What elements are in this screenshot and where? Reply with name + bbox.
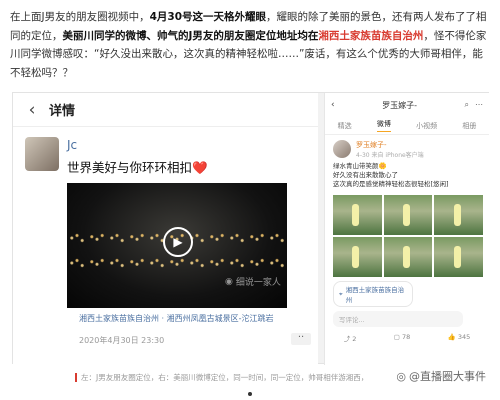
pagination-dot: [248, 392, 252, 396]
post-text: 世界美好与你环环相扣❤️: [67, 157, 208, 176]
avatar[interactable]: [333, 140, 351, 158]
weibo-tabs: 精选 微博 小视频 相册: [325, 117, 489, 135]
photo-thumb[interactable]: [434, 195, 483, 235]
brand-watermark: ◎ @直播圈大事件: [396, 368, 486, 384]
weibo-location-text: 湘西土家族苗族自治州: [345, 286, 405, 304]
caption-marker: [75, 373, 77, 382]
photo-thumb[interactable]: [434, 237, 483, 277]
photo-thumb[interactable]: [383, 237, 433, 277]
weibo-header: ‹ 罗玉嫁子- ⌕ ⋯: [325, 93, 489, 117]
back-arrow-icon[interactable]: ‹: [331, 100, 335, 110]
header-icons: ⌕ ⋯: [465, 100, 483, 110]
article-highlight-location: 美丽川同学的微博、帅气的J男友的朋友圈定位地址均在: [62, 29, 319, 42]
comparison-screenshot: ‹ 详情 Jc 世界美好与你环环相扣❤️ ▶ ◉ 细说一家人 湘西土家族苗族自治…: [12, 92, 489, 365]
weibo-post-meta: 4-30 来自 iPhone客户端: [356, 152, 424, 159]
like-button[interactable]: 👍 345: [448, 333, 471, 343]
post-username[interactable]: Jc: [67, 138, 208, 152]
back-arrow-icon[interactable]: ‹: [25, 100, 39, 120]
weibo-logo-icon: ◎: [396, 369, 406, 383]
article-text-1: 在上面J男友的朋友圈视频中，: [10, 11, 150, 23]
moments-post: Jc 世界美好与你环环相扣❤️ ▶ ◉ 细说一家人 湘西土家族苗族自治州 · 湘西…: [25, 137, 311, 345]
avatar[interactable]: [25, 137, 59, 171]
more-options-button[interactable]: ··: [291, 333, 311, 345]
article-location-red: 湘西土家族苗族自治州: [318, 29, 424, 42]
weibo-profile-name: 罗玉嫁子-: [382, 100, 417, 110]
heart-icon: ❤️: [192, 160, 208, 175]
share-count: 2: [352, 335, 357, 343]
weibo-username[interactable]: 罗玉嫁子-: [356, 140, 424, 150]
tab-weibo[interactable]: 微博: [376, 119, 391, 132]
tab-album[interactable]: 相册: [462, 121, 476, 131]
like-count: 345: [457, 333, 471, 341]
comment-count: 78: [402, 333, 411, 341]
more-icon[interactable]: ⋯: [475, 100, 483, 110]
location-pin-icon: ⌖: [339, 289, 343, 298]
comment-button[interactable]: ▢ 78: [394, 333, 411, 343]
weibo-photo-grid: [333, 195, 483, 277]
weibo-user-info: 罗玉嫁子- 4-30 来自 iPhone客户端: [356, 140, 424, 159]
watermark-text: 细说一家人: [235, 278, 281, 288]
post-text-content: 世界美好与你环环相扣: [67, 160, 193, 175]
weibo-text-line-2: 好久没有出来散散心了: [333, 171, 398, 179]
photo-thumb[interactable]: [383, 195, 433, 235]
weibo-profile-panel: ‹ 罗玉嫁子- ⌕ ⋯ 精选 微博 小视频 相册 罗玉嫁子- 4-30 来自 i…: [324, 93, 489, 365]
comment-input[interactable]: 写评论...: [333, 311, 463, 327]
weibo-text-line-3: 这次真的是感觉精神轻松态很轻松[悠闲]: [333, 180, 449, 188]
share-button[interactable]: ⤴ 2: [344, 333, 357, 343]
brand-text: @直播圈大事件: [409, 370, 486, 383]
photo-thumb[interactable]: [333, 195, 382, 235]
weibo-action-bar: ⤴ 2 ▢ 78 👍 345: [325, 333, 489, 343]
post-user-block: Jc 世界美好与你环环相扣❤️: [67, 137, 208, 176]
play-icon[interactable]: ▶: [163, 227, 193, 257]
page: 在上面J男友的朋友圈视频中，4月30号这一天格外耀眼，耀眼的除了美丽的景色，还有…: [0, 0, 500, 400]
tab-videos[interactable]: 小视频: [416, 121, 437, 131]
moments-title: 详情: [49, 104, 76, 119]
weibo-location-tag[interactable]: ⌖ 湘西土家族苗族自治州: [333, 281, 413, 307]
watermark: ◉ 细说一家人: [225, 275, 281, 289]
moments-header: ‹ 详情: [13, 93, 318, 127]
weibo-post-header: 罗玉嫁子- 4-30 来自 iPhone客户端: [325, 135, 489, 159]
post-header: Jc 世界美好与你环环相扣❤️: [25, 137, 309, 176]
article-highlight-date: 4月30号这一天格外耀眼: [149, 11, 267, 23]
photo-thumb[interactable]: [333, 237, 382, 277]
post-location[interactable]: 湘西土家族苗族自治州 · 湘西州凤凰古城景区-沱江跳岩: [79, 313, 274, 324]
post-video[interactable]: ▶ ◉ 细说一家人: [67, 183, 287, 308]
tab-featured[interactable]: 精选: [338, 121, 352, 131]
weibo-icon: ◉: [225, 276, 233, 287]
article-paragraph: 在上面J男友的朋友圈视频中，4月30号这一天格外耀眼，耀眼的除了美丽的景色，还有…: [10, 8, 492, 82]
caption-text: 左：J男友朋友圈定位，右：美丽川微博定位，同一时间，同一定位，帅哥相伴游湘西，: [81, 373, 369, 382]
weibo-text-line-1: 绿水青山带笑颜🌼: [333, 162, 387, 170]
search-icon[interactable]: ⌕: [465, 100, 469, 110]
post-date: 2020年4月30日 23:30: [79, 336, 165, 345]
moments-post-panel: ‹ 详情 Jc 世界美好与你环环相扣❤️ ▶ ◉ 细说一家人 湘西土家族苗族自治…: [13, 93, 318, 365]
weibo-post-text: 绿水青山带笑颜🌼 好久没有出来散散心了 这次真的是感觉精神轻松态很轻松[悠闲]: [325, 159, 489, 192]
image-caption: 左：J男友朋友圈定位，右：美丽川微博定位，同一时间，同一定位，帅哥相伴游湘西，: [75, 372, 368, 383]
